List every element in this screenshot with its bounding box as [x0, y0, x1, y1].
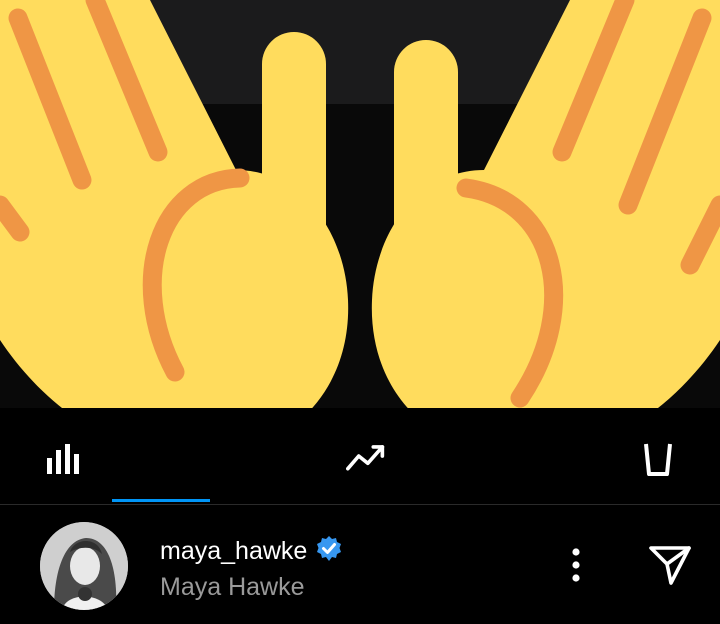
active-tab-indicator [112, 499, 210, 502]
profile-bar: maya_hawke Maya Hawke [0, 505, 720, 624]
verified-badge-icon [315, 535, 343, 568]
bar-chart-icon[interactable] [44, 436, 84, 476]
right-hand [371, 0, 720, 456]
trash-icon[interactable] [638, 436, 678, 476]
username-row: maya_hawke [160, 535, 343, 568]
send-icon[interactable] [644, 541, 696, 589]
display-name: Maya Hawke [160, 573, 305, 601]
trending-up-icon[interactable] [346, 436, 386, 476]
more-icon[interactable] [560, 545, 592, 585]
avatar[interactable] [40, 522, 128, 610]
left-hand [0, 0, 349, 456]
username[interactable]: maya_hawke [160, 537, 307, 566]
insights-toolbar [0, 408, 720, 504]
